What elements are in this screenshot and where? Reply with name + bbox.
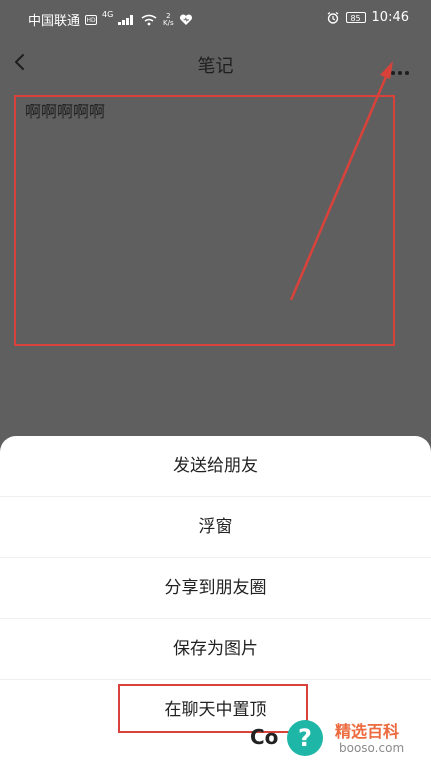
battery-icon: 85 [345, 12, 366, 23]
pin-highlight-box [118, 684, 308, 733]
hd-icon: HD [85, 14, 98, 25]
menu-item-send-to-friend[interactable]: 发送给朋友 [0, 436, 431, 497]
clock-time: 10:46 [371, 10, 409, 25]
signal-icon [118, 14, 136, 25]
watermark-title: 精选百科 [335, 722, 400, 741]
status-right: 85 10:46 [326, 10, 409, 25]
more-horizontal-icon [391, 71, 409, 75]
cancel-text-fragment: Co [250, 725, 279, 749]
menu-item-floating-window[interactable]: 浮窗 [0, 497, 431, 558]
network-speed-unit: K/s [163, 18, 174, 27]
wifi-icon [141, 14, 157, 26]
carrier-label: 中国联通 [28, 14, 81, 29]
menu-item-save-image[interactable]: 保存为图片 [0, 619, 431, 680]
note-content: 啊啊啊啊啊 [25, 102, 106, 121]
menu-item-share-moments[interactable]: 分享到朋友圈 [0, 558, 431, 619]
heart-icon [179, 13, 193, 26]
app-header: 笔记 [0, 42, 431, 84]
question-mark-icon: ? [287, 720, 323, 756]
network-speed: 2 K/s [162, 12, 174, 27]
watermark: ? 精选百科 booso.com [287, 717, 413, 759]
page-title: 笔记 [197, 56, 234, 77]
alarm-icon [326, 11, 340, 25]
more-options-button[interactable] [390, 62, 410, 75]
watermark-url: booso.com [339, 741, 405, 755]
network-type: 4G [102, 10, 114, 19]
status-left: 中国联通 HD 4G 2 K/s [28, 10, 193, 29]
note-highlight-box [14, 95, 395, 346]
status-bar: 中国联通 HD 4G 2 K/s 85 10:46 [0, 0, 431, 40]
